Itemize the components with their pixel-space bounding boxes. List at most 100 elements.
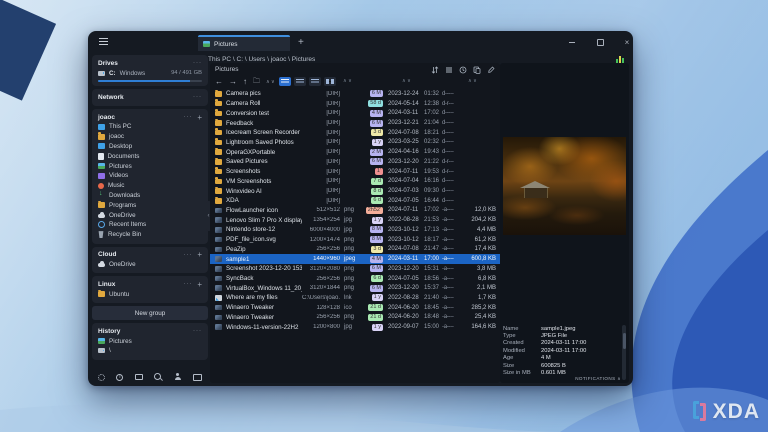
sidebar-item-onedrive[interactable]: OneDrive [98,210,202,220]
breadcrumb[interactable]: This PC \ C: \ Users \ joaoc \ Pictures [208,56,315,63]
file-name: Where are my files [226,294,302,301]
search-icon[interactable] [154,373,162,381]
view-grid-button[interactable] [324,77,336,86]
forward-button[interactable]: → [229,78,237,86]
user-title: joaoc [98,114,115,121]
up-button[interactable]: ↑ [243,78,247,86]
file-name: sample1 [226,256,302,263]
file-row[interactable]: OperaGXPortable[DIR]2 M2024-04-1619:43d-… [210,147,500,157]
file-row[interactable]: VirtualBox_Windows 11_20_12_2023_15_37_3… [210,283,500,293]
file-date: 2024-07-05 [383,276,424,282]
file-attributes: -a---- [442,217,466,223]
drives-card: Drives ··· C: Windows 94 / 491 GB [92,55,208,86]
sidebar-item--[interactable]: \ [98,346,202,356]
linux-menu-button[interactable]: ··· [183,281,192,287]
file-row[interactable]: SyncBack256×256png6 d2024-07-0518:56-a--… [210,274,500,284]
file-row[interactable]: Screenshot 2023-12-20 1531353120×2080png… [210,264,500,274]
sort-date-column[interactable]: ∧ ∨ [402,78,411,84]
linux-add-button[interactable]: + [197,280,202,289]
image-preview[interactable] [503,137,626,235]
file-row[interactable]: Windows-11-version-22H21200×800jpg1 y202… [210,322,500,332]
info-scrollbar[interactable] [622,325,626,380]
drives-menu-button[interactable]: ··· [193,60,202,66]
clock-icon[interactable] [459,66,467,74]
file-row[interactable]: Camera Roll[DIR]58 d2024-05-1412:38d-r--… [210,99,500,109]
tab-pictures[interactable]: Pictures [198,35,290,51]
filter-pen-icon[interactable] [487,66,495,74]
file-row[interactable]: Icecream Screen Recorder[DIR]3 d2024-07-… [210,128,500,138]
file-row[interactable]: PDF_file_icon.svg1200×1474png8 M2023-10-… [210,235,500,245]
back-button[interactable]: ← [215,78,223,86]
minimize-button[interactable] [564,35,580,49]
drive-c[interactable]: C: Windows 94 / 491 GB [98,68,202,78]
settings-gear-icon[interactable] [98,374,105,381]
file-row[interactable]: Where are my filesC:\Users\joao...lnk1 y… [210,293,500,303]
sidebar-item-videos[interactable]: Videos [98,171,202,181]
user-icon[interactable] [174,373,182,381]
sidebar-item-label: This PC [109,123,131,130]
file-row[interactable]: Saved Pictures[DIR]6 M2023-12-2021:22d-r… [210,157,500,167]
new-group-button[interactable]: New group [92,306,208,320]
clipboard-icon[interactable] [473,66,481,74]
sidebar-item-this-pc[interactable]: This PC [98,122,202,132]
maximize-button[interactable] [592,35,608,49]
user-add-button[interactable]: + [197,113,202,122]
sidebar-item-recycle-bin[interactable]: Recycle Bin [98,230,202,240]
hamburger-menu-icon[interactable] [99,38,108,45]
file-dimensions: [DIR] [302,120,340,126]
sort-icon[interactable] [431,66,439,74]
network-menu-button[interactable]: ··· [193,94,202,100]
sidebar-item-pictures[interactable]: Pictures [98,336,202,346]
sidebar-item-pictures[interactable]: Pictures [98,161,202,171]
file-attributes: d----- [442,149,466,155]
expand-toggle[interactable]: ∧ ∨ [266,79,275,85]
file-row[interactable]: Nintendo store-126000×4000jpg8 M2023-10-… [210,225,500,235]
folder-path-icon[interactable]: 🗀 [253,78,260,85]
file-attributes: d----- [442,139,466,145]
sidebar-item-desktop[interactable]: Desktop [98,142,202,152]
file-row[interactable]: Winxvideo AI[DIR]8 d2024-07-0309:30d----… [210,186,500,196]
sidebar-item-documents[interactable]: Documents [98,151,202,161]
sidebar-item-ubuntu[interactable]: Ubuntu [98,289,202,299]
sidebar-item-downloads[interactable]: Downloads [98,191,202,201]
file-thumbnail-icon [215,217,222,223]
history-menu-button[interactable]: ··· [193,328,202,334]
file-row[interactable]: Lenovo Slim 7 Pro X display test 11354×2… [210,215,500,225]
sort-attr-column[interactable]: ∧ ∨ [468,78,477,84]
sidebar-item-programs[interactable]: Programs [98,200,202,210]
file-row[interactable]: Lightroom Saved Photos[DIR]1 y2023-03-25… [210,138,500,148]
sort-size-column[interactable]: ∧ ∨ [343,78,352,84]
file-dimensions: [DIR] [302,110,340,116]
notifications-toggle[interactable]: NOTIFICATIONS ∧ [575,376,621,382]
history-items: Pictures\ [98,336,202,356]
list-icon[interactable] [445,66,453,74]
user-menu-button[interactable]: ··· [183,114,192,120]
file-row[interactable]: Winaero Tweaker128×128ico21 d2024-06-201… [210,303,500,313]
view-split-button[interactable] [294,77,306,86]
file-row[interactable]: Screenshots[DIR]1'2024-07-1119:53d-r--- [210,167,500,177]
network-card: Network ··· [92,89,208,106]
view-details-button[interactable] [309,77,321,86]
file-row[interactable]: Winaero Tweaker256×256png21 d2024-06-201… [210,313,500,323]
sidebar-item-recent-items[interactable]: Recent Items [98,220,202,230]
file-row[interactable]: PeaZip256×256png3 d2024-07-0821:47-a----… [210,245,500,255]
new-tab-button[interactable]: + [298,36,304,50]
cloud-add-button[interactable]: + [197,250,202,259]
file-row[interactable]: FlowLauncher icon512×512png2h52'2024-07-… [210,206,500,216]
sidebar-item-music[interactable]: Music [98,181,202,191]
sidebar-item-joaoc[interactable]: joaoc [98,132,202,142]
file-row[interactable]: VM Screenshots[DIR]7 d2024-07-0416:16d--… [210,176,500,186]
info-icon[interactable]: i [116,374,123,381]
file-row[interactable]: Camera pics[DIR]6 M2023-12-2401:32d----- [210,89,500,99]
file-row[interactable]: Conversion test[DIR]4 M2024-03-1117:02d-… [210,108,500,118]
file-row[interactable]: sample11440×960jpeg4 M2024-03-1117:00-a-… [210,254,500,264]
file-row[interactable]: XDA[DIR]6 d2024-07-0516:44d----- [210,196,500,206]
media-card-icon[interactable] [135,374,143,380]
close-button[interactable]: × [619,35,633,49]
view-list-button[interactable] [279,77,291,86]
file-row[interactable]: Feedback[DIR]6 M2023-12-2121:04d----- [210,118,500,128]
cloud-menu-button[interactable]: ··· [183,252,192,258]
sidebar-item-onedrive[interactable]: OneDrive [98,260,202,270]
window-icon[interactable] [193,374,202,381]
file-time: 18:45 [424,305,442,311]
